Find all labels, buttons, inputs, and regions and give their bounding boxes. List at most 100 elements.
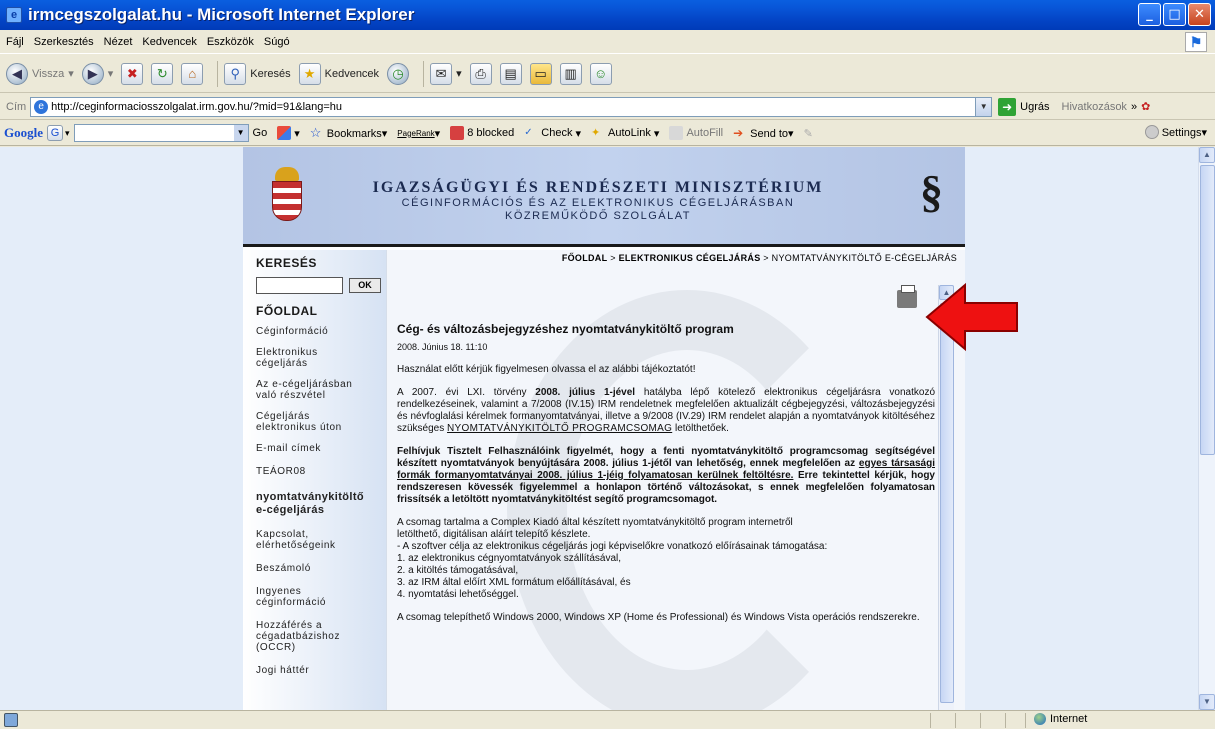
- minimize-button[interactable]: _: [1138, 3, 1161, 26]
- favorites-button[interactable]: ★ Kedvencek: [298, 62, 380, 85]
- menu-tools[interactable]: Eszközök: [207, 36, 254, 48]
- back-arrow-icon: ◀: [6, 62, 28, 85]
- stop-icon: ✖: [121, 62, 144, 85]
- nav-item-ingyenes-ceginformacio[interactable]: Ingyenes céginformáció: [256, 586, 386, 608]
- history-icon: ◷: [387, 62, 410, 85]
- mail-dropdown-icon[interactable]: ▾: [456, 67, 462, 80]
- go-button[interactable]: ➜ Ugrás: [998, 97, 1050, 116]
- ministry-name: IGAZSÁGÜGYI ÉS RENDÉSZETI MINISZTÉRIUM: [372, 179, 824, 196]
- messenger-button[interactable]: ☺: [589, 62, 612, 85]
- security-zone: Internet: [1034, 713, 1087, 725]
- close-button[interactable]: ✕: [1188, 3, 1211, 26]
- home-button[interactable]: ⌂: [181, 62, 204, 85]
- window-title: irmcegszolgalat.hu - Microsoft Internet …: [28, 5, 415, 24]
- site-search-input[interactable]: [256, 277, 343, 294]
- nav-item-email-cimek[interactable]: E-mail címek: [256, 443, 386, 454]
- research-button[interactable]: ▥: [559, 62, 582, 85]
- back-dropdown-icon[interactable]: ▾: [68, 67, 74, 80]
- ie-app-icon: e: [6, 7, 22, 23]
- article-paragraph-1: A 2007. évi LXI. törvény 2008. július 1-…: [397, 387, 936, 434]
- status-bar: Internet: [0, 710, 1215, 729]
- article-intro: Használat előtt kérjük figyelmesen olvas…: [397, 364, 696, 375]
- menu-help[interactable]: Súgó: [264, 36, 290, 48]
- breadcrumb-home[interactable]: FŐOLDAL: [562, 253, 608, 263]
- highlight-pen-icon[interactable]: ✎: [804, 127, 813, 140]
- nav-home[interactable]: FŐOLDAL: [256, 304, 386, 318]
- links-chevron-icon[interactable]: »: [1131, 101, 1137, 113]
- service-name-line1: CÉGINFORMÁCIÓS ÉS AZ ELEKTRONIKUS CÉGELJ…: [401, 197, 795, 209]
- status-panel: [955, 713, 956, 728]
- links-label[interactable]: Hivatkozások: [1062, 101, 1127, 113]
- forward-button[interactable]: ▶ ▾: [81, 62, 114, 85]
- pagerank-button[interactable]: PageRank ▾: [397, 127, 440, 140]
- messenger-icon: ☺: [589, 62, 612, 85]
- breadcrumb-current: NYOMTATVÁNYKITÖLTŐ E-CÉGELJÁRÁS: [771, 253, 957, 263]
- google-puzzle-button[interactable]: ▾: [277, 126, 300, 140]
- google-g-icon[interactable]: G: [47, 125, 63, 141]
- nav-item-kapcsolat[interactable]: Kapcsolat, elérhetőségeink: [256, 529, 386, 551]
- search-title: KERESÉS: [256, 256, 317, 270]
- print-page-icon[interactable]: [897, 285, 917, 308]
- nav-item-ceginformacio[interactable]: Céginformáció: [256, 326, 386, 337]
- breadcrumb-section[interactable]: ELEKTRONIKUS CÉGELJÁRÁS: [619, 253, 761, 263]
- bookmarks-button[interactable]: ☆ Bookmarks▾: [310, 126, 388, 140]
- nav-item-nyomtatvanykitolto[interactable]: nyomtatványkitöltő e-cégeljárás: [256, 491, 386, 517]
- edit-button[interactable]: ▤: [499, 62, 522, 85]
- left-navigation: KERESÉS OK FŐOLDAL Céginformáció Elektro…: [243, 250, 386, 710]
- nav-item-jogi-hatter[interactable]: Jogi háttér: [256, 665, 386, 676]
- mail-button[interactable]: ✉ ▾: [430, 62, 462, 85]
- print-button[interactable]: ⎙: [469, 62, 492, 85]
- nav-item-occr[interactable]: Hozzáférés a cégadatbázishoz (OCCR): [256, 620, 386, 653]
- section-sign-logo: §: [920, 166, 943, 217]
- internet-globe-icon: [1034, 713, 1046, 725]
- menu-favorites[interactable]: Kedvencek: [142, 36, 196, 48]
- google-search-input[interactable]: ▼: [73, 124, 249, 142]
- refresh-button[interactable]: ↻: [151, 62, 174, 85]
- spellcheck-button[interactable]: ✓ Check ▾: [524, 126, 581, 140]
- ie-page-icon: e: [34, 99, 49, 114]
- google-go-button[interactable]: Go: [253, 127, 268, 139]
- back-button[interactable]: ◀ Vissza ▾: [6, 62, 74, 85]
- refresh-icon: ↻: [151, 62, 174, 85]
- mail-icon: ✉: [430, 62, 453, 85]
- google-search-dropdown-icon[interactable]: ▼: [233, 125, 248, 141]
- page-scrollbar[interactable]: ▲ ▼: [1198, 147, 1215, 710]
- address-input[interactable]: e http://ceginformaciosszolgalat.irm.gov…: [30, 96, 993, 117]
- research-books-icon: ▥: [559, 62, 582, 85]
- autolink-button[interactable]: ✦ AutoLink ▾: [591, 126, 659, 140]
- menu-file[interactable]: Fájl: [6, 36, 24, 48]
- popup-blocker-button[interactable]: 8 blocked: [450, 126, 514, 140]
- search-button[interactable]: ⚲ Keresés: [224, 62, 291, 85]
- send-to-button[interactable]: ➔ Send to▾: [733, 126, 793, 140]
- search-ok-button[interactable]: OK: [349, 278, 381, 293]
- page-scroll-up-icon[interactable]: ▲: [1199, 147, 1215, 163]
- nav-item-teaor08[interactable]: TEÁOR08: [256, 466, 386, 477]
- history-button[interactable]: ◷: [387, 62, 410, 85]
- address-dropdown-icon[interactable]: ▼: [975, 97, 992, 116]
- program-download-link[interactable]: NYOMTATVÁNYKITÖLTŐ PROGRAMCSOMAG: [447, 423, 672, 434]
- menu-edit[interactable]: Szerkesztés: [34, 36, 94, 48]
- nav-item-elektronikus-cegeljaras[interactable]: Elektronikus cégeljárás: [256, 347, 386, 369]
- spellcheck-icon: ✓: [524, 127, 533, 138]
- discuss-button[interactable]: ▭: [529, 62, 552, 85]
- folder-icon: ▭: [529, 62, 552, 85]
- page-scroll-thumb[interactable]: [1200, 165, 1215, 455]
- page-scroll-down-icon[interactable]: ▼: [1199, 694, 1215, 710]
- autofill-button[interactable]: AutoFill: [669, 126, 723, 140]
- red-pointer-arrow-icon: [925, 282, 1018, 352]
- google-settings-button[interactable]: Settings▾: [1144, 125, 1207, 139]
- google-logo[interactable]: Google: [4, 125, 43, 141]
- nav-item-cegeljaras-elektronikus-uton[interactable]: Cégeljárás elektronikus úton: [256, 411, 386, 433]
- breadcrumb: FŐOLDAL > ELEKTRONIKUS CÉGELJÁRÁS > NYOM…: [561, 253, 957, 263]
- content-scroll-thumb[interactable]: [940, 303, 954, 703]
- nav-item-reszvetel[interactable]: Az e-cégeljárásban való részvétel: [256, 379, 386, 401]
- favorites-label: Kedvencek: [324, 67, 380, 80]
- menu-view[interactable]: Nézet: [104, 36, 133, 48]
- address-bar: Cím e http://ceginformaciosszolgalat.irm…: [0, 94, 1215, 120]
- google-toolbar: Google G ▾ ▼ Go ▾ ☆ Bookmarks▾ PageRank ▾ …: [0, 121, 1215, 146]
- stop-button[interactable]: ✖: [121, 62, 144, 85]
- nav-item-beszamolo[interactable]: Beszámoló: [256, 563, 386, 574]
- acrobat-icon[interactable]: ✿: [1141, 100, 1150, 113]
- maximize-button[interactable]: □: [1163, 3, 1186, 26]
- forward-dropdown-icon[interactable]: ▾: [108, 67, 114, 80]
